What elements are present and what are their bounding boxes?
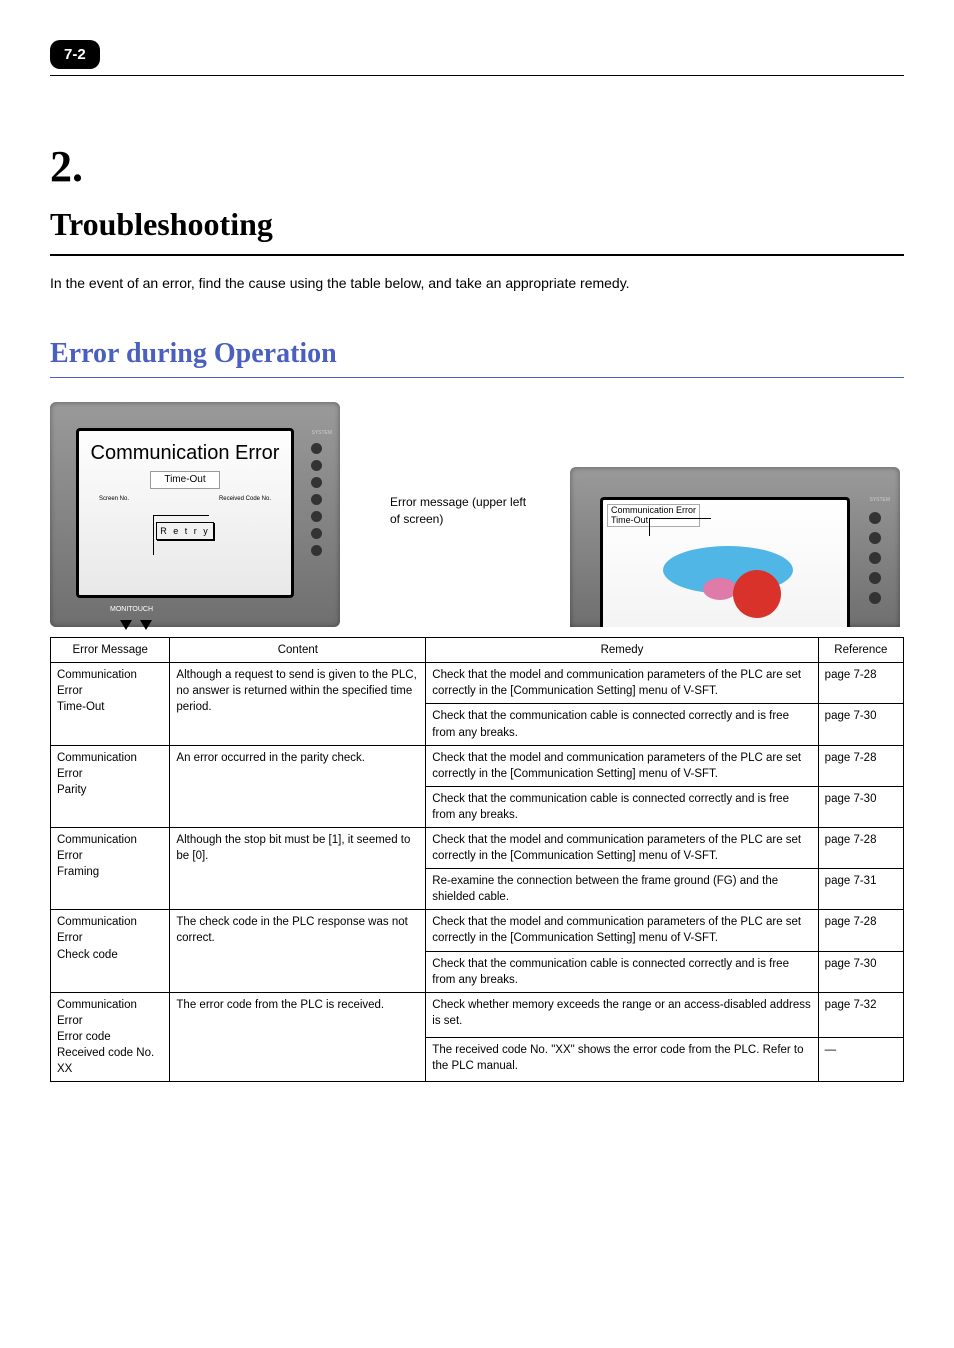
shape-circle-icon [733,570,781,618]
brand-label: MONITOUCH [110,605,153,615]
side-button-icon[interactable] [311,528,322,539]
cell-reference: page 7-30 [818,951,903,992]
cell-remedy: The received code No. "XX" shows the err… [426,1037,818,1082]
cell-remedy: Check that the communication cable is co… [426,786,818,827]
side-button-icon[interactable] [869,572,881,584]
error-line-labels: Screen No. Received Code No. [79,495,291,503]
cell-reference: page 7-31 [818,869,903,910]
side-button-icon[interactable] [311,545,322,556]
cell-reference: page 7-30 [818,786,903,827]
table-row: Communication Error Time-Out Although a … [51,663,904,704]
cell-error-message: Communication Error Framing [51,828,170,910]
cell-reference: page 7-30 [818,704,903,745]
cell-content: An error occurred in the parity check. [170,745,426,827]
side-button-icon[interactable] [869,552,881,564]
cell-error-message: Communication Error Check code [51,910,170,992]
table-row: Communication Error Parity An error occu… [51,745,904,786]
cell-reference: page 7-28 [818,745,903,786]
cell-content: Although the stop bit must be [1], it se… [170,828,426,910]
table-header-row: Error Message Content Remedy Reference [51,638,904,663]
cell-reference: — [818,1037,903,1082]
cell-content: Although a request to send is given to t… [170,663,426,745]
cell-error-message: Communication Error Error code Received … [51,992,170,1081]
timeout-box: Time-Out [150,471,220,489]
side-button-icon[interactable] [311,511,322,522]
chapter-block: 2. Troubleshooting In the event of an er… [50,136,904,294]
error-table: Error Message Content Remedy Reference C… [50,637,904,1082]
shape-ellipse-icon [703,578,737,600]
chapter-title: Troubleshooting [50,202,904,257]
side-button-icon[interactable] [311,477,322,488]
cell-remedy: Check whether memory exceeds the range o… [426,992,818,1037]
cell-remedy: Check that the communication cable is co… [426,704,818,745]
side-button-icon[interactable] [869,532,881,544]
side-button-icon[interactable] [311,494,322,505]
callout-line-icon [649,518,711,536]
figures-row: Communication Error Time-Out Screen No. … [50,402,904,627]
system-label: SYSTEM [311,430,332,437]
side-button-icon[interactable] [311,443,322,454]
device-left-side-buttons: SYSTEM [311,430,332,556]
cell-reference: page 7-28 [818,663,903,704]
figure-right: Communication Error Time-Out SYSTEM [570,467,900,627]
cell-error-message: Communication Error Time-Out [51,663,170,745]
chapter-number: 2. [50,136,904,198]
cell-remedy: Re-examine the connection between the fr… [426,869,818,910]
screen-no-label: Screen No. [99,495,129,503]
system-label: SYSTEM [869,497,890,504]
table-row: Communication Error Check code The check… [51,910,904,951]
figure-left: Communication Error Time-Out Screen No. … [50,402,340,627]
cell-reference: page 7-28 [818,910,903,951]
device-left: Communication Error Time-Out Screen No. … [50,402,340,627]
table-row: Communication Error Framing Although the… [51,828,904,869]
table-row: Communication Error Error code Received … [51,992,904,1037]
cell-remedy: Check that the communication cable is co… [426,951,818,992]
cell-remedy: Check that the model and communication p… [426,910,818,951]
page-number-badge: 7-2 [50,40,100,69]
received-code-label: Received Code No. [219,495,271,503]
chapter-intro: In the event of an error, find the cause… [50,274,904,294]
th-content: Content [170,638,426,663]
device-left-screen: Communication Error Time-Out Screen No. … [76,428,294,598]
callout-line-icon [153,515,209,555]
th-remedy: Remedy [426,638,818,663]
page-header: 7-2 [50,40,904,76]
cell-content: The check code in the PLC response was n… [170,910,426,992]
side-button-icon[interactable] [869,592,881,604]
device-right-screen: Communication Error Time-Out [600,497,850,627]
cell-reference: page 7-32 [818,992,903,1037]
cell-content: The error code from the PLC is received. [170,992,426,1081]
comm-error-heading: Communication Error [79,439,291,467]
side-button-icon[interactable] [311,460,322,471]
th-reference: Reference [818,638,903,663]
section-title: Error during Operation [50,334,904,378]
cell-remedy: Check that the model and communication p… [426,828,818,869]
cell-remedy: Check that the model and communication p… [426,663,818,704]
arrow-down-icon [120,620,152,630]
cell-error-message: Communication Error Parity [51,745,170,827]
cell-remedy: Check that the model and communication p… [426,745,818,786]
device-right: Communication Error Time-Out SYSTEM [570,467,900,627]
device-right-side-buttons: SYSTEM [869,497,890,604]
cell-reference: page 7-28 [818,828,903,869]
figure-caption: Error message (upper left of screen) [390,494,530,528]
side-button-icon[interactable] [869,512,881,524]
th-error-message: Error Message [51,638,170,663]
